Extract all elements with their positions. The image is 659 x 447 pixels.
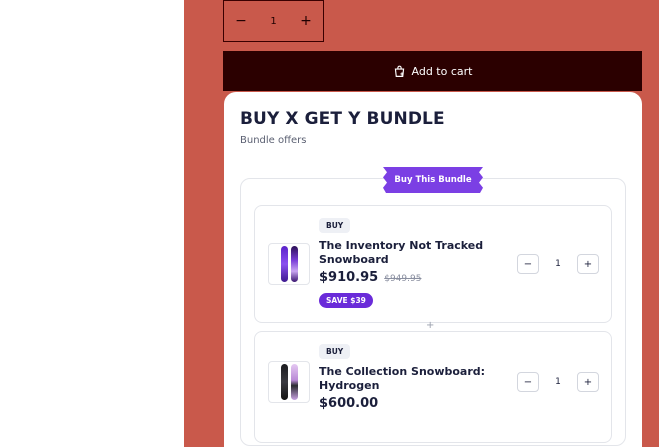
item-quantity-stepper: − 1 + bbox=[517, 371, 599, 393]
bundle-card: BUY X GET Y BUNDLE Bundle offers Buy Thi… bbox=[224, 92, 642, 447]
buy-badge: BUY bbox=[319, 218, 351, 233]
shopping-bag-icon bbox=[394, 65, 404, 77]
snowboard-black-icon bbox=[268, 361, 310, 403]
current-price: $910.95 bbox=[319, 270, 379, 285]
snowboard-purple-icon bbox=[268, 243, 310, 285]
quantity-decrease-button[interactable]: − bbox=[224, 1, 258, 41]
add-to-cart-button[interactable]: Add to cart bbox=[223, 51, 642, 91]
item-quantity-stepper: − 1 + bbox=[517, 253, 599, 275]
price-row: $600.00 bbox=[319, 396, 378, 411]
quantity-selector: − 1 + bbox=[223, 0, 324, 42]
price-row: $910.95 $949.95 bbox=[319, 270, 421, 285]
buy-badge: BUY bbox=[319, 344, 351, 359]
item-decrease-button[interactable]: − bbox=[517, 254, 539, 274]
buy-this-bundle-button[interactable]: Buy This Bundle bbox=[383, 167, 483, 193]
bundle-subtitle: Bundle offers bbox=[240, 135, 307, 146]
compare-price: $949.95 bbox=[384, 274, 422, 284]
save-badge: SAVE $39 bbox=[319, 293, 373, 308]
item-increase-button[interactable]: + bbox=[576, 372, 599, 392]
quantity-value[interactable]: 1 bbox=[258, 16, 289, 27]
product-name: The Inventory Not Tracked Snowboard bbox=[319, 239, 484, 266]
quantity-increase-button[interactable]: + bbox=[289, 1, 323, 41]
item-quantity-value[interactable]: 1 bbox=[555, 259, 561, 269]
item-quantity-value[interactable]: 1 bbox=[555, 377, 561, 387]
current-price: $600.00 bbox=[319, 396, 379, 411]
bundle-title: BUY X GET Y BUNDLE bbox=[240, 109, 445, 129]
plus-separator-icon: + bbox=[426, 320, 435, 331]
bundle-offer-box: Buy This Bundle BUY The Inventory Not Tr… bbox=[240, 167, 626, 446]
bundle-item: BUY The Collection Snowboard: Hydrogen $… bbox=[254, 331, 612, 443]
bundle-item: BUY The Inventory Not Tracked Snowboard … bbox=[254, 205, 612, 323]
page-left-area bbox=[0, 0, 184, 447]
product-name: The Collection Snowboard: Hydrogen bbox=[319, 365, 486, 392]
item-decrease-button[interactable]: − bbox=[517, 372, 539, 392]
add-to-cart-label: Add to cart bbox=[411, 64, 473, 78]
item-increase-button[interactable]: + bbox=[576, 254, 599, 274]
